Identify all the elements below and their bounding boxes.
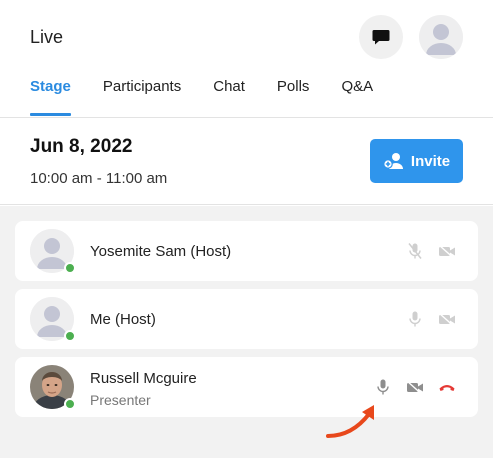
mic-muted-button[interactable] — [403, 221, 427, 281]
tab-qa[interactable]: Q&A — [341, 78, 373, 116]
user-avatar-icon — [419, 15, 463, 59]
online-status-dot — [64, 262, 76, 274]
video-off-icon — [438, 312, 455, 326]
event-date: Jun 8, 2022 — [30, 136, 133, 157]
participant-card: Yosemite Sam (Host) — [15, 221, 478, 281]
avatar — [30, 229, 76, 274]
participant-name: Yosemite Sam (Host) — [90, 243, 232, 260]
participant-name: Me (Host) — [90, 311, 156, 328]
participant-name: Russell Mcguire — [90, 370, 197, 387]
online-status-dot — [64, 330, 76, 342]
avatar — [30, 297, 76, 342]
hang-up-icon — [439, 385, 455, 391]
video-off-button[interactable] — [403, 357, 427, 417]
mic-button[interactable] — [403, 289, 427, 349]
annotation-arrow-icon — [326, 405, 374, 438]
user-avatar-button[interactable] — [419, 15, 463, 59]
add-person-icon — [383, 153, 403, 169]
participant-list: Yosemite Sam (Host) Me (Host) Russell Mc… — [0, 206, 493, 458]
event-info: Jun 8, 2022 10:00 am - 11:00 am Invite — [0, 119, 493, 205]
chat-bubble-icon — [372, 30, 390, 45]
event-time: 10:00 am - 11:00 am — [30, 170, 168, 187]
tab-bar: Stage Participants Chat Polls Q&A — [30, 78, 405, 118]
tab-chat[interactable]: Chat — [213, 78, 245, 116]
mic-off-icon — [408, 243, 422, 259]
mic-icon — [377, 379, 389, 395]
online-status-dot — [64, 398, 76, 410]
mic-icon — [409, 311, 421, 327]
video-off-icon — [438, 244, 455, 258]
video-off-button[interactable] — [435, 289, 459, 349]
participant-card: Me (Host) — [15, 289, 478, 349]
invite-label: Invite — [410, 152, 451, 170]
page-title: Live — [30, 27, 64, 47]
video-off-icon — [406, 380, 423, 394]
tab-stage[interactable]: Stage — [30, 78, 71, 116]
tab-participants[interactable]: Participants — [103, 78, 181, 116]
hang-up-button[interactable] — [435, 357, 459, 417]
avatar — [30, 365, 76, 410]
participant-role: Presenter — [90, 392, 151, 408]
video-off-button[interactable] — [435, 221, 459, 281]
invite-button[interactable]: Invite — [370, 139, 463, 183]
top-bar: Live Stage Participants Chat Polls Q&A — [0, 0, 493, 118]
participant-card: Russell Mcguire Presenter — [15, 357, 478, 417]
tab-polls[interactable]: Polls — [277, 78, 310, 116]
chat-button[interactable] — [359, 15, 403, 59]
